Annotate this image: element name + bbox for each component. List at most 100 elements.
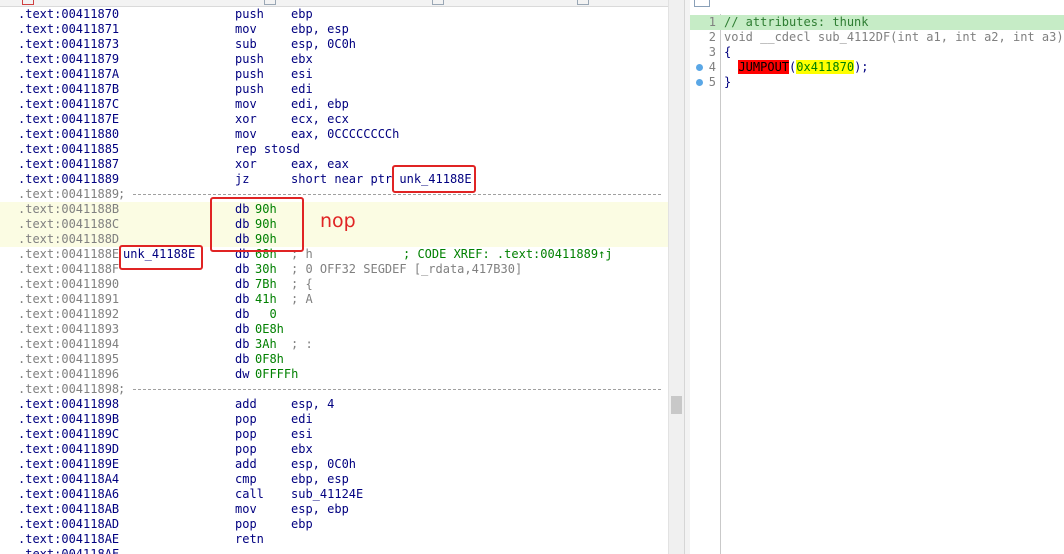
operands[interactable]: esi bbox=[291, 67, 313, 82]
code-text[interactable]: } bbox=[724, 75, 731, 89]
data-directive[interactable]: db bbox=[235, 322, 249, 337]
disasm-row[interactable]: .text:00411895 db 0F8h bbox=[0, 352, 668, 367]
address[interactable]: .text:00411892 bbox=[18, 307, 119, 322]
address[interactable]: .text:00411880 bbox=[18, 127, 119, 142]
operands[interactable]: ebx bbox=[291, 52, 313, 67]
data-value[interactable]: 0E8h bbox=[255, 322, 284, 337]
mnemonic[interactable]: xor bbox=[235, 112, 257, 127]
address[interactable]: .text:00411898 bbox=[18, 382, 119, 397]
operands[interactable]: edi bbox=[291, 82, 313, 97]
address[interactable]: .text:004118A4 bbox=[18, 472, 119, 487]
operands[interactable]: eax, eax bbox=[291, 157, 349, 172]
scroll-thumb[interactable] bbox=[671, 396, 682, 414]
operands[interactable]: eax, 0CCCCCCCCh bbox=[291, 127, 399, 142]
disasm-row[interactable]: .text:004118AF bbox=[0, 547, 668, 554]
pseudocode-text[interactable]: } bbox=[724, 75, 731, 90]
address[interactable]: .text:0041189C bbox=[18, 427, 119, 442]
mnemonic[interactable]: mov bbox=[235, 97, 257, 112]
disasm-row[interactable]: .text:00411890 db 7Bh ; { bbox=[0, 277, 668, 292]
data-value[interactable]: 0 bbox=[255, 307, 276, 322]
disasm-row[interactable]: .text:0041187A push esi bbox=[0, 67, 668, 82]
data-value[interactable]: 41h bbox=[255, 292, 277, 307]
disasm-row[interactable]: .text:00411892 db 0 bbox=[0, 307, 668, 322]
disasm-row[interactable]: .text:00411894 db 3Ah ; : bbox=[0, 337, 668, 352]
disasm-row[interactable]: .text:0041189B pop edi bbox=[0, 412, 668, 427]
pseudocode-view[interactable]: 1 // attributes: thunk 2 void __cdecl sub_4… bbox=[690, 0, 1064, 554]
address[interactable]: .text:00411871 bbox=[18, 22, 119, 37]
disasm-row[interactable]: .text:004118A4 cmp ebp, esp bbox=[0, 472, 668, 487]
address[interactable]: .text:0041187C bbox=[18, 97, 119, 112]
address[interactable]: .text:0041188C bbox=[18, 217, 119, 232]
disasm-row[interactable]: .text:0041188E unk_41188E db 68h; h; CODE X… bbox=[0, 247, 668, 262]
pseudocode-line[interactable]: 3{ bbox=[690, 45, 1064, 60]
disasm-row[interactable]: .text:0041188D db 90h bbox=[0, 232, 668, 247]
address[interactable]: .text:004118A6 bbox=[18, 487, 119, 502]
address[interactable]: .text:0041187A bbox=[18, 67, 119, 82]
disasm-row[interactable]: .text:004118A6 call sub_41124E bbox=[0, 487, 668, 502]
mnemonic[interactable]: add bbox=[235, 397, 257, 412]
mnemonic[interactable]: mov bbox=[235, 127, 257, 142]
operands[interactable]: ebx bbox=[291, 442, 313, 457]
address[interactable]: .text:00411885 bbox=[18, 142, 119, 157]
disasm-row[interactable]: .text:00411880 mov eax, 0CCCCCCCCh bbox=[0, 127, 668, 142]
disasm-row[interactable]: .text:00411871 mov ebp, esp bbox=[0, 22, 668, 37]
address[interactable]: .text:00411894 bbox=[18, 337, 119, 352]
mnemonic[interactable]: xor bbox=[235, 157, 257, 172]
data-value[interactable]: 0FFFFh bbox=[255, 367, 298, 382]
address[interactable]: .text:004118AE bbox=[18, 532, 119, 547]
data-directive[interactable]: db bbox=[235, 352, 249, 367]
disasm-row[interactable]: .text:00411896 dw 0FFFFh bbox=[0, 367, 668, 382]
disasm-row[interactable]: .text:0041189E add esp, 0C0h bbox=[0, 457, 668, 472]
address[interactable]: .text:00411893 bbox=[18, 322, 119, 337]
disasm-row[interactable]: .text:00411891 db 41h ; A bbox=[0, 292, 668, 307]
operands[interactable]: ebp bbox=[291, 517, 313, 532]
address[interactable]: .text:0041187E bbox=[18, 112, 119, 127]
operands[interactable]: ebp bbox=[291, 7, 313, 22]
pseudocode-line[interactable]: 2 void __cdecl sub_4112DF(int a1, int a2,… bbox=[690, 30, 1064, 45]
mnemonic[interactable]: rep stosd bbox=[235, 142, 300, 157]
disasm-row[interactable]: .text:0041187C mov edi, ebp bbox=[0, 97, 668, 112]
data-directive[interactable]: db bbox=[235, 292, 249, 307]
data-value[interactable]: 30h bbox=[255, 262, 277, 277]
pseudocode-line[interactable]: 1 // attributes: thunk bbox=[690, 15, 1064, 30]
disasm-row[interactable]: .text:00411885 rep stosd bbox=[0, 142, 668, 157]
operands[interactable]: esi bbox=[291, 427, 313, 442]
disasm-row[interactable]: .text:00411887 xor eax, eax bbox=[0, 157, 668, 172]
pseudocode-text[interactable]: JUMPOUT(0x411870); bbox=[724, 60, 869, 75]
mnemonic[interactable]: push bbox=[235, 82, 264, 97]
disasm-row[interactable]: .text:00411873 sub esp, 0C0h bbox=[0, 37, 668, 52]
disasm-row[interactable]: .text:00411889 jz short near ptr unk_41188… bbox=[0, 172, 668, 187]
address[interactable]: .text:0041188F bbox=[18, 262, 119, 277]
mnemonic[interactable]: pop bbox=[235, 517, 257, 532]
mnemonic[interactable]: call bbox=[235, 487, 264, 502]
address[interactable]: .text:00411891 bbox=[18, 292, 119, 307]
mnemonic[interactable]: push bbox=[235, 7, 264, 22]
address[interactable]: .text:00411896 bbox=[18, 367, 119, 382]
disasm-row[interactable]: .text:0041187E xor ecx, ecx bbox=[0, 112, 668, 127]
disassembly-view[interactable]: .text:00411870 push ebp .text:00411871 mov eb… bbox=[0, 0, 668, 554]
disasm-row[interactable]: .text:00411870 push ebp bbox=[0, 7, 668, 22]
address[interactable]: .text:0041189E bbox=[18, 457, 119, 472]
operands[interactable]: sub_41124E bbox=[291, 487, 363, 502]
mnemonic[interactable]: sub bbox=[235, 37, 257, 52]
disassembly-scrollbar[interactable] bbox=[668, 0, 684, 554]
mnemonic[interactable]: pop bbox=[235, 427, 257, 442]
pseudocode-line[interactable]: 5} bbox=[690, 75, 1064, 90]
address[interactable]: .text:0041187B bbox=[18, 82, 119, 97]
mnemonic[interactable]: add bbox=[235, 457, 257, 472]
pseudocode-line[interactable]: 4 JUMPOUT(0x411870); bbox=[690, 60, 1064, 75]
mnemonic[interactable]: cmp bbox=[235, 472, 257, 487]
address[interactable]: .text:004118AD bbox=[18, 517, 119, 532]
disasm-row[interactable]: .text:0041188F db 30h ; 0 OFF32 SEGDEF [_rd… bbox=[0, 262, 668, 277]
data-directive[interactable]: dw bbox=[235, 367, 249, 382]
mnemonic[interactable]: pop bbox=[235, 412, 257, 427]
disasm-row[interactable]: .text:00411893 db 0E8h bbox=[0, 322, 668, 337]
disasm-row[interactable]: .text:004118AD pop ebp bbox=[0, 517, 668, 532]
address[interactable]: .text:00411889 bbox=[18, 187, 119, 202]
address[interactable]: .text:0041188B bbox=[18, 202, 119, 217]
address[interactable]: .text:00411887 bbox=[18, 157, 119, 172]
code-text[interactable]: { bbox=[724, 45, 731, 59]
mnemonic[interactable]: mov bbox=[235, 502, 257, 517]
code-text[interactable]: // attributes: thunk bbox=[724, 15, 869, 29]
operands[interactable]: esp, 0C0h bbox=[291, 457, 356, 472]
